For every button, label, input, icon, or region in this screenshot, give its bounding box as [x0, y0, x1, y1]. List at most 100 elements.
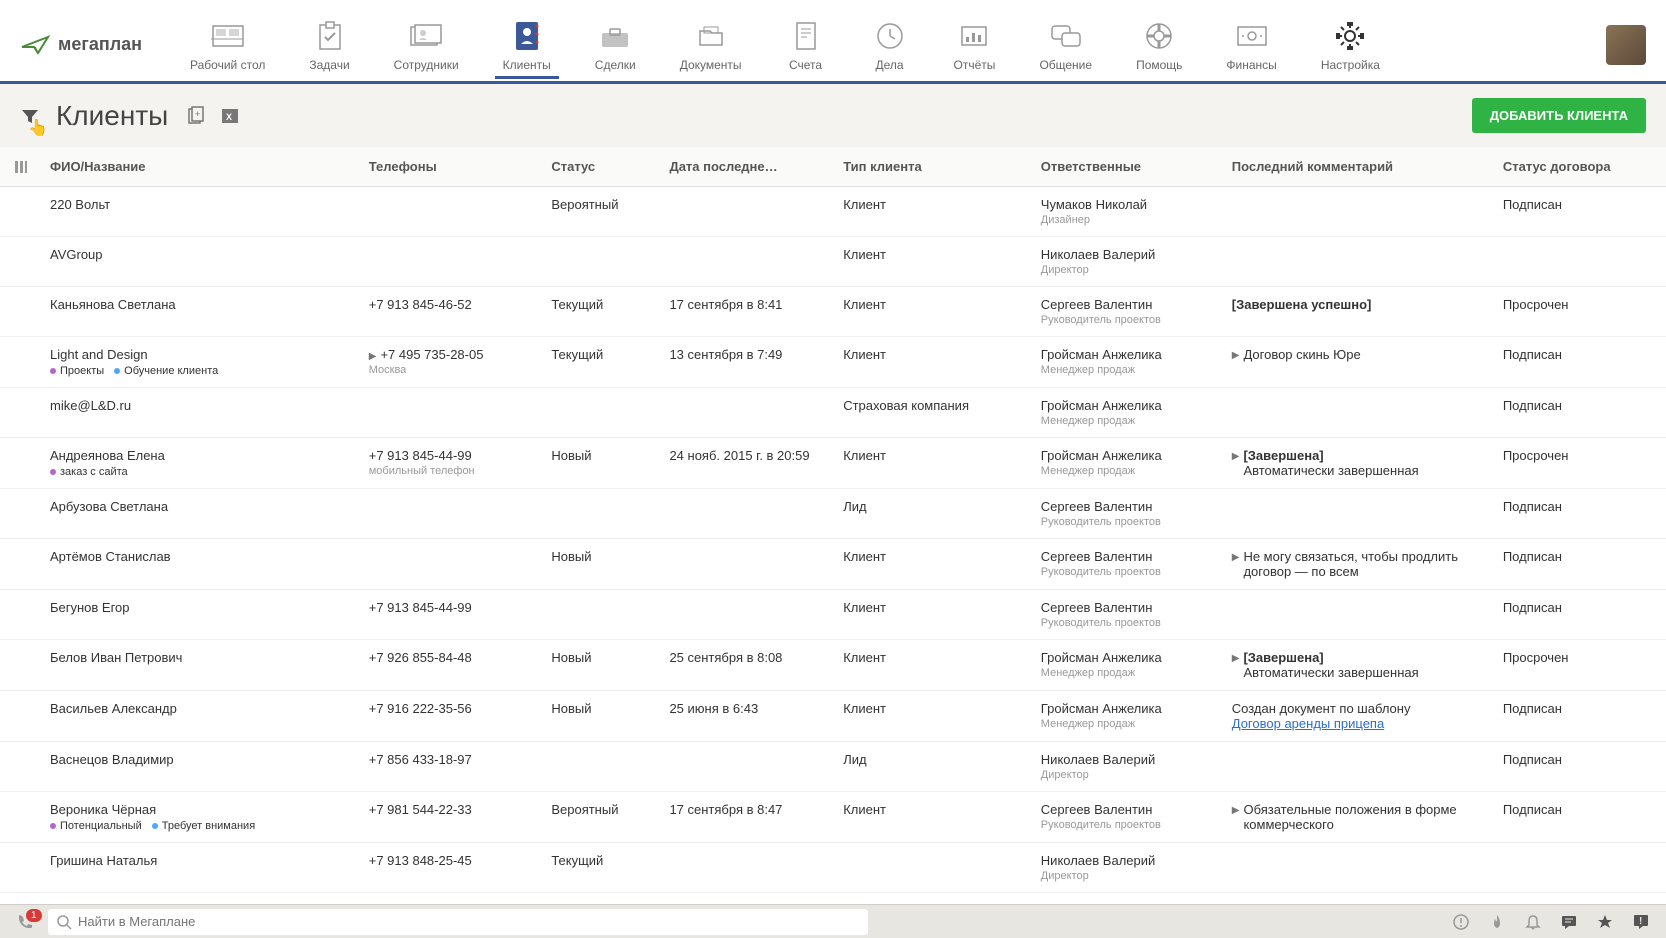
table-row[interactable]: Васильев Александр+7 916 222-35-56Новый2… [0, 691, 1666, 742]
table-row[interactable]: Арбузова СветланаЛидСергеев ВалентинРуко… [0, 489, 1666, 539]
contract-status: Подписан [1493, 337, 1666, 388]
client-name: Артёмов Станислав [50, 549, 349, 564]
nav-item-1[interactable]: Задачи [301, 14, 357, 76]
tag: Проекты [50, 365, 104, 377]
column-settings-icon[interactable] [0, 147, 40, 187]
table-row[interactable]: mike@L&D.ruСтраховая компанияГройсман Ан… [0, 388, 1666, 438]
date-value: 17 сентября в 8:41 [659, 287, 833, 337]
nav-item-4[interactable]: Сделки [587, 14, 644, 76]
col-last-comment[interactable]: Последний комментарий [1222, 147, 1493, 187]
client-name: Light and Design [50, 347, 349, 362]
nav-label: Задачи [309, 58, 349, 72]
nav-label: Дела [876, 58, 904, 72]
table-row[interactable]: Артёмов СтаниславНовыйКлиентСергеев Вале… [0, 539, 1666, 590]
nav-item-2[interactable]: Сотрудники [386, 14, 467, 76]
nav-icon [786, 18, 826, 54]
table-row[interactable]: Каньянова Светлана+7 913 845-46-52Текущи… [0, 287, 1666, 337]
nav-item-10[interactable]: Помощь [1128, 14, 1190, 76]
client-name: AVGroup [50, 247, 349, 262]
nav-item-6[interactable]: Счета [778, 14, 834, 76]
col-responsible[interactable]: Ответственные [1031, 147, 1222, 187]
nav-item-11[interactable]: Финансы [1218, 14, 1284, 76]
search-input[interactable] [78, 914, 860, 929]
notification-badge: 1 [26, 909, 42, 922]
bell-icon[interactable] [1518, 907, 1548, 937]
phone-value: +7 916 222-35-56 [369, 701, 472, 716]
nav-item-9[interactable]: Общение [1031, 14, 1100, 76]
nav-item-3[interactable]: Клиенты [495, 14, 559, 79]
phone-sub: мобильный телефон [369, 465, 532, 477]
avatar[interactable] [1606, 25, 1646, 65]
nav-label: Помощь [1136, 58, 1182, 72]
nav-item-7[interactable]: Дела [862, 14, 918, 76]
tag: Потенциальный [50, 820, 142, 832]
alert-circle-icon[interactable] [1446, 907, 1476, 937]
col-name[interactable]: ФИО/Название [40, 147, 359, 187]
phone-icon[interactable]: 1 [10, 907, 40, 937]
type-value: Клиент [833, 187, 1031, 237]
date-value: 25 июня в 6:43 [659, 691, 833, 742]
tags: ПотенциальныйТребует внимания [50, 820, 349, 832]
phone-value: +7 856 433-18-97 [369, 752, 472, 767]
client-name: Белов Иван Петрович [50, 650, 349, 665]
comment-link[interactable]: Договор аренды прицепа [1232, 716, 1384, 731]
star-icon[interactable] [1590, 907, 1620, 937]
col-last-date[interactable]: Дата последне… [659, 147, 833, 187]
contract-status: Подписан [1493, 590, 1666, 640]
fire-icon[interactable] [1482, 907, 1512, 937]
contract-status: Подписан [1493, 742, 1666, 792]
phone-sub: Москва [369, 364, 532, 376]
client-name: Арбузова Светлана [50, 499, 349, 514]
nav-item-8[interactable]: Отчёты [946, 14, 1004, 76]
col-status[interactable]: Статус [541, 147, 659, 187]
table-row[interactable]: 220 ВольтВероятныйКлиентЧумаков НиколайД… [0, 187, 1666, 237]
responsible-name: Гройсман Анжелика [1041, 448, 1212, 463]
table-row[interactable]: Васнецов Владимир+7 856 433-18-97ЛидНико… [0, 742, 1666, 792]
table-row[interactable]: ДООЛ "Зелёный мыс"ПотенциальныйТребует в… [0, 893, 1666, 904]
client-name: Каньянова Светлана [50, 297, 349, 312]
table-row[interactable]: Вероника ЧёрнаяПотенциальныйТребует вним… [0, 792, 1666, 843]
client-name: mike@L&D.ru [50, 398, 349, 413]
page-title: Клиенты [56, 100, 168, 132]
col-client-type[interactable]: Тип клиента [833, 147, 1031, 187]
type-value: Клиент [833, 590, 1031, 640]
add-client-button[interactable]: ДОБАВИТЬ КЛИЕНТА [1472, 98, 1646, 133]
col-phones[interactable]: Телефоны [359, 147, 542, 187]
bottom-right-icons: ! [1446, 907, 1656, 937]
search-box[interactable] [48, 909, 868, 935]
col-contract-status[interactable]: Статус договора [1493, 147, 1666, 187]
status-value: Текущий [541, 893, 659, 904]
responsible-role: Директор [1041, 264, 1212, 276]
date-value: 17 сентября в 8:47 [659, 792, 833, 843]
table-row[interactable]: Light and DesignПроектыОбучение клиента▶… [0, 337, 1666, 388]
feedback-icon[interactable]: ! [1626, 907, 1656, 937]
nav-item-5[interactable]: Документы [672, 14, 750, 76]
table-row[interactable]: Андреянова Еленазаказ с сайта+7 913 845-… [0, 438, 1666, 489]
responsible-name: Николаев Валерий [1041, 853, 1212, 868]
chat-icon[interactable] [1554, 907, 1584, 937]
table-row[interactable]: Гришина Наталья+7 913 848-25-45ТекущийНи… [0, 843, 1666, 893]
comment: ▶Не могу связаться, чтобы продлить догов… [1232, 549, 1483, 579]
logo[interactable]: мегаплан [20, 33, 142, 57]
status-value: Текущий [541, 337, 659, 388]
clients-table-wrap: ФИО/Название Телефоны Статус Дата послед… [0, 147, 1666, 903]
table-row[interactable]: AVGroupКлиентНиколаев ВалерийДиректор [0, 237, 1666, 287]
contract-status: Просрочен [1493, 640, 1666, 691]
caret-icon: ▶ [1232, 653, 1240, 664]
comment-text: [Завершена успешно] [1232, 297, 1372, 312]
type-value: Клиент [833, 237, 1031, 287]
nav-item-0[interactable]: Рабочий стол [182, 14, 273, 76]
table-row[interactable]: Белов Иван Петрович+7 926 855-84-48Новый… [0, 640, 1666, 691]
status-value [541, 590, 659, 640]
responsible-role: Менеджер продаж [1041, 667, 1212, 679]
nav-item-12[interactable]: Настройка [1313, 14, 1388, 76]
table-row[interactable]: Бегунов Егор+7 913 845-44-99КлиентСергее… [0, 590, 1666, 640]
excel-export-icon[interactable]: X [218, 104, 242, 128]
client-name: Андреянова Елена [50, 448, 349, 463]
date-value: 17 сентября в 8:47 [659, 893, 833, 904]
copy-icon[interactable]: + [184, 104, 208, 128]
responsible-name: Николаев Валерий [1041, 752, 1212, 767]
contract-status: Подписан [1493, 893, 1666, 904]
filter-icon[interactable]: 👆 [20, 106, 40, 126]
date-value [659, 590, 833, 640]
